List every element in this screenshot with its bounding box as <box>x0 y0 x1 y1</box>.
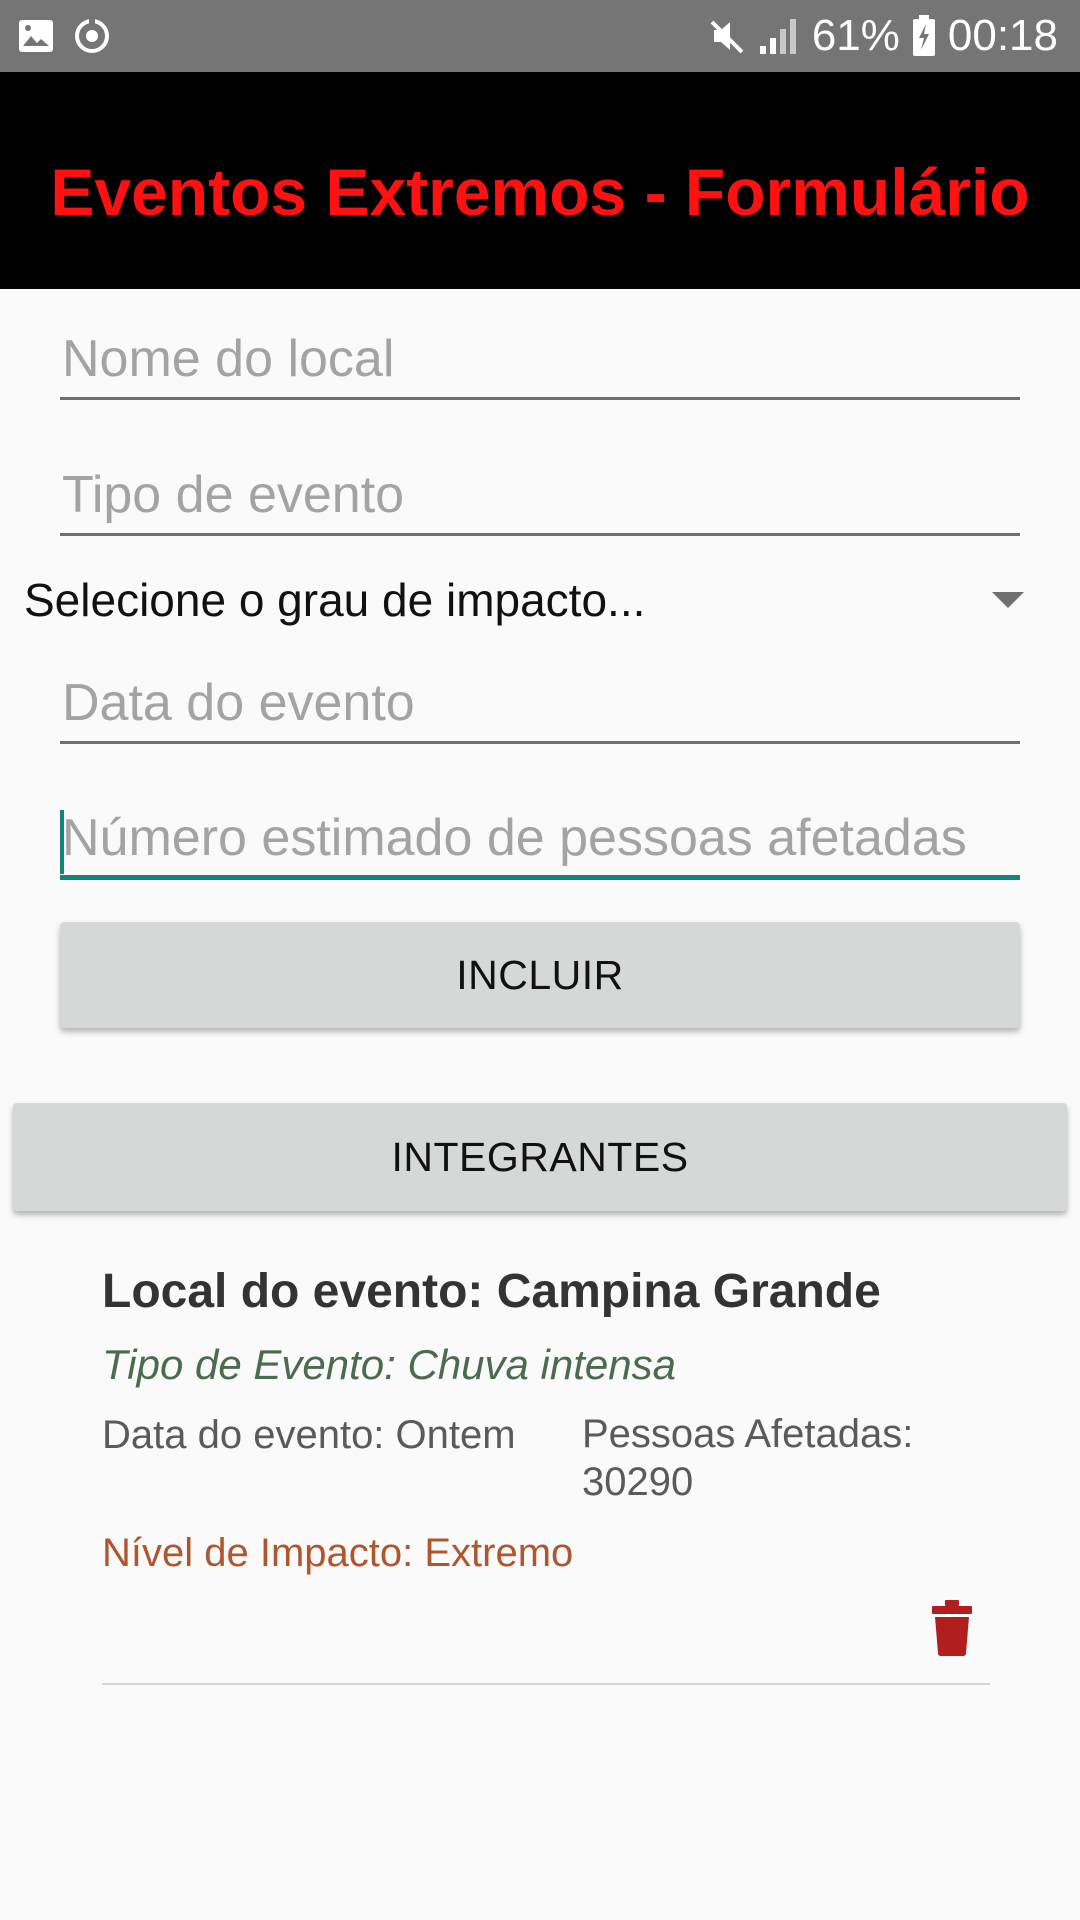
dropdown-arrow-icon <box>992 592 1024 608</box>
trash-icon[interactable] <box>932 1600 972 1656</box>
data-evento-field[interactable] <box>60 664 1020 744</box>
impacto-spinner[interactable]: Selecione o grau de impacto... <box>0 560 1080 640</box>
event-data: Data do evento: Ontem <box>102 1413 516 1457</box>
pessoas-afetadas-field[interactable] <box>60 800 1020 880</box>
event-nivel: Nível de Impacto: Extremo <box>102 1531 574 1575</box>
event-pessoas: Pessoas Afetadas: 30290 <box>582 1412 914 1504</box>
list-divider <box>102 1683 990 1685</box>
event-tipo: Tipo de Evento: Chuva intensa <box>102 1341 676 1388</box>
data-evento-input[interactable] <box>60 664 1020 741</box>
status-bar: 61% 00:18 <box>0 0 1080 72</box>
text-cursor <box>60 810 64 874</box>
page-title: Eventos Extremos - Formulário <box>50 155 1030 229</box>
battery-charging-icon <box>912 15 936 57</box>
pessoas-afetadas-input[interactable] <box>60 800 1020 875</box>
list-item[interactable]: Local do evento: Campina Grande Tipo de … <box>102 1260 990 1686</box>
tipo-evento-input[interactable] <box>60 456 1020 533</box>
nome-local-input[interactable] <box>60 320 1020 397</box>
clock: 00:18 <box>947 11 1058 60</box>
mute-icon <box>706 16 746 56</box>
event-local: Local do evento: Campina Grande <box>102 1265 881 1318</box>
tipo-evento-field[interactable] <box>60 456 1020 536</box>
incluir-button[interactable]: INCLUIR <box>60 922 1020 1028</box>
signal-icon <box>758 16 800 56</box>
image-icon <box>18 19 54 53</box>
impacto-spinner-label: Selecione o grau de impacto... <box>24 574 646 626</box>
sync-icon <box>72 16 112 56</box>
battery-percent: 61% <box>811 11 900 60</box>
nome-local-field[interactable] <box>60 320 1020 400</box>
integrantes-button[interactable]: INTEGRANTES <box>13 1103 1067 1211</box>
app-bar: Eventos Extremos - Formulário <box>0 72 1080 289</box>
